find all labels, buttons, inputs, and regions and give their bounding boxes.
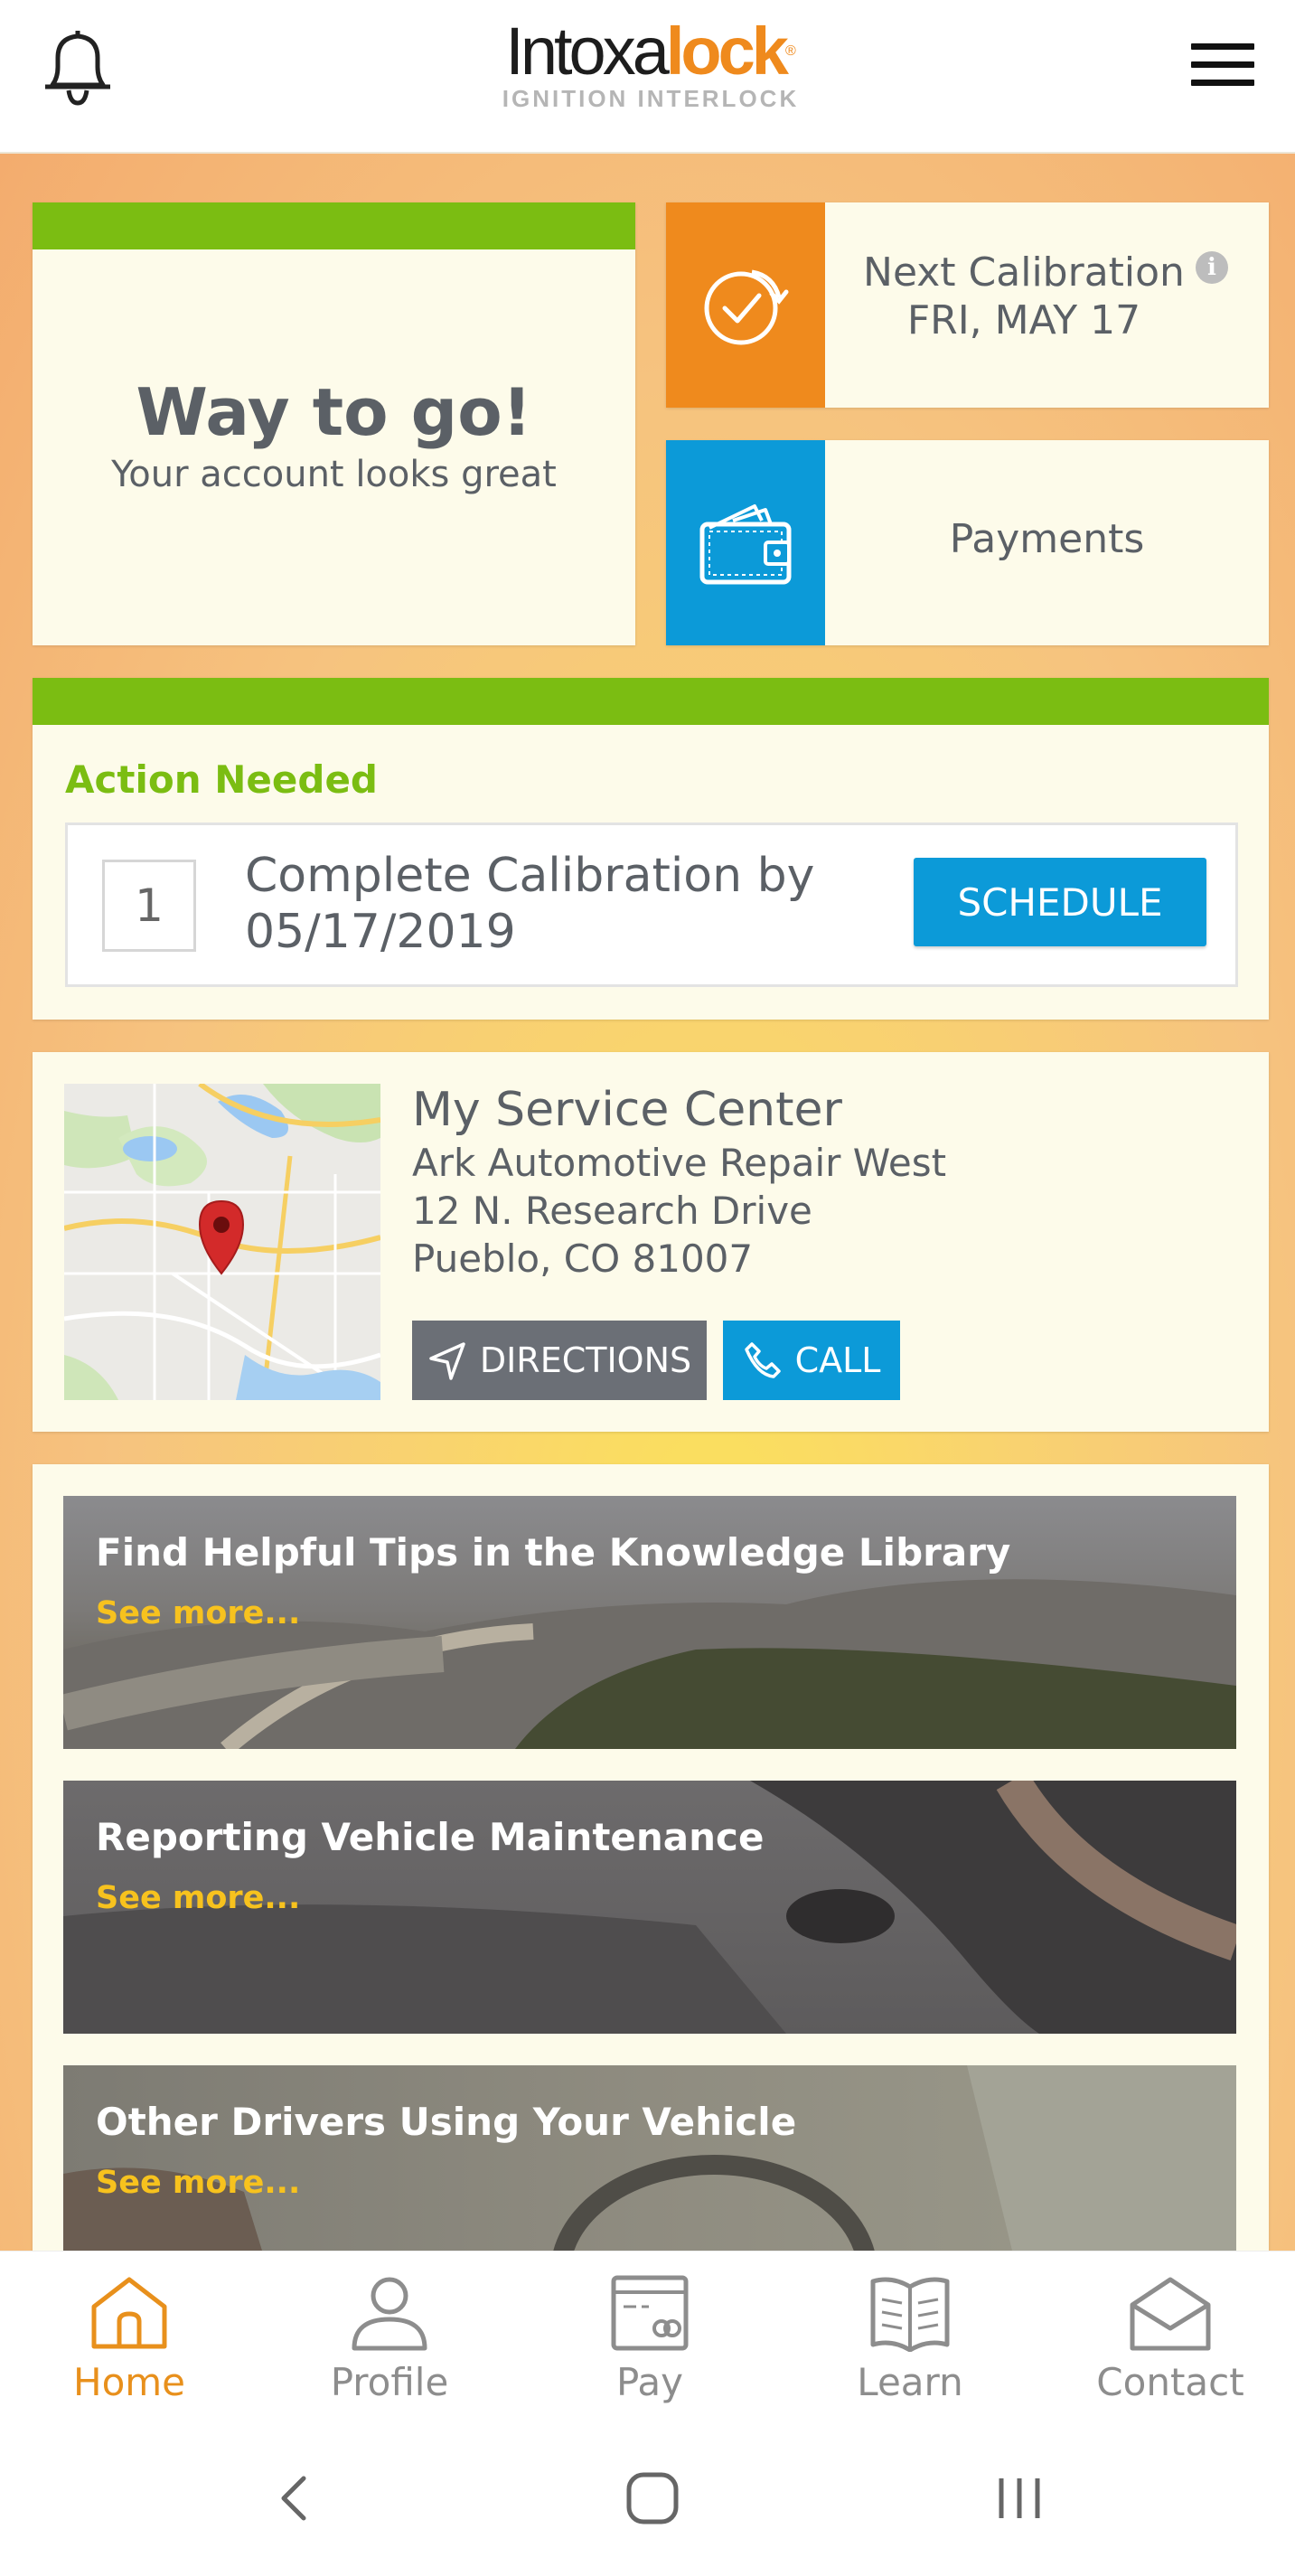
nav-learn[interactable]: Learn	[806, 2271, 1014, 2416]
promo-title: Reporting Vehicle Maintenance	[96, 1815, 765, 1859]
logo-subtitle: IGNITION INTERLOCK	[502, 85, 800, 112]
directions-label: DIRECTIONS	[479, 1340, 692, 1380]
status-headline: Way to go!	[136, 374, 532, 450]
see-more-link[interactable]: See more...	[96, 1595, 300, 1631]
nav-label: Contact	[1096, 2360, 1244, 2404]
book-icon	[806, 2271, 1014, 2355]
app-header: Intoxalock® IGNITION INTERLOCK	[0, 0, 1295, 154]
system-navigation-bar	[0, 2422, 1295, 2576]
action-needed-heading: Action Needed	[65, 757, 378, 802]
info-icon[interactable]: i	[1196, 251, 1228, 284]
nav-label: Pay	[615, 2360, 684, 2404]
map-thumbnail[interactable]	[64, 1084, 380, 1400]
nav-label: Learn	[857, 2360, 963, 2404]
see-more-link[interactable]: See more...	[96, 1880, 300, 1916]
calibration-title: Next Calibration	[863, 249, 1185, 296]
call-label: CALL	[794, 1340, 881, 1380]
bell-icon[interactable]	[36, 24, 119, 110]
directions-button[interactable]: DIRECTIONS	[412, 1321, 707, 1400]
intoxalock-logo: Intoxalock® IGNITION INTERLOCK	[488, 16, 813, 116]
home-icon	[25, 2271, 233, 2355]
recent-apps-icon[interactable]	[992, 2471, 1046, 2525]
schedule-button[interactable]: SCHEDULE	[914, 858, 1206, 946]
service-center-address-line2: Pueblo, CO 81007	[412, 1236, 754, 1281]
service-center-card: My Service Center Ark Automotive Repair …	[33, 1052, 1269, 1432]
envelope-icon	[1066, 2271, 1274, 2355]
promo-knowledge-library[interactable]: Find Helpful Tips in the Knowledge Libra…	[63, 1496, 1236, 1749]
payments-label: Payments	[949, 516, 1145, 562]
account-status-card: Way to go! Your account looks great	[33, 202, 635, 645]
status-subtext: Your account looks great	[111, 454, 557, 495]
action-task-date: 05/17/2019	[245, 905, 516, 959]
promo-title: Other Drivers Using Your Vehicle	[96, 2100, 797, 2144]
promo-title: Find Helpful Tips in the Knowledge Libra…	[96, 1530, 1011, 1575]
next-calibration-tile[interactable]: Next Calibration FRI, MAY 17 i	[666, 202, 1269, 408]
payments-tile[interactable]: Payments	[666, 440, 1269, 645]
hamburger-menu-icon[interactable]	[1191, 43, 1254, 90]
nav-label: Home	[72, 2360, 186, 2404]
calibration-date: FRI, MAY 17	[906, 297, 1141, 343]
nav-contact[interactable]: Contact	[1066, 2271, 1274, 2416]
status-green-bar	[33, 202, 635, 249]
profile-icon	[286, 2271, 493, 2355]
service-center-heading: My Service Center	[412, 1083, 842, 1137]
pay-icon	[546, 2271, 754, 2355]
nav-profile[interactable]: Profile	[286, 2271, 493, 2416]
action-needed-card: Action Needed 1 Complete Calibration by …	[33, 678, 1269, 1020]
see-more-link[interactable]: See more...	[96, 2165, 300, 2201]
promo-vehicle-maintenance[interactable]: Reporting Vehicle Maintenance See more..…	[63, 1781, 1236, 2034]
action-count-badge: 1	[102, 860, 196, 952]
service-center-name: Ark Automotive Repair West	[412, 1141, 947, 1185]
action-green-bar	[33, 678, 1269, 725]
home-square-icon[interactable]	[625, 2471, 680, 2525]
clock-check-icon	[666, 202, 825, 408]
nav-label: Profile	[330, 2360, 449, 2404]
nav-home[interactable]: Home	[25, 2271, 233, 2416]
back-chevron-icon[interactable]	[267, 2471, 322, 2525]
call-button[interactable]: CALL	[723, 1321, 900, 1400]
nav-pay[interactable]: Pay	[546, 2271, 754, 2416]
navigation-arrow-icon	[427, 1340, 467, 1380]
promo-other-drivers[interactable]: Other Drivers Using Your Vehicle See mor…	[63, 2065, 1236, 2251]
service-center-address-line1: 12 N. Research Drive	[412, 1189, 812, 1233]
wallet-icon	[666, 440, 825, 645]
action-item: 1 Complete Calibration by 05/17/2019 SCH…	[65, 823, 1238, 987]
bottom-navigation: Home Profile Pay Learn Contact	[0, 2251, 1295, 2422]
action-task-text: Complete Calibration by	[245, 849, 815, 903]
phone-icon	[743, 1340, 783, 1380]
